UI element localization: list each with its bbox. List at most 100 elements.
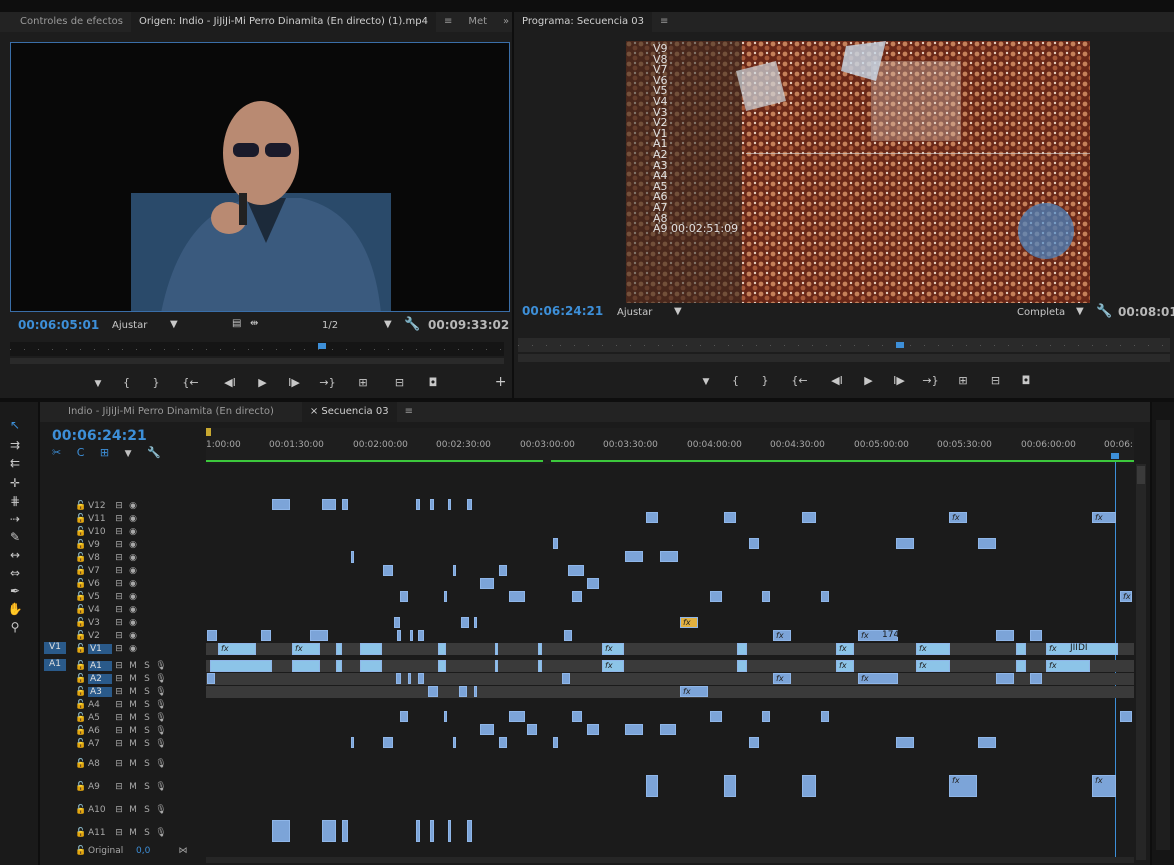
solo-button[interactable]: S bbox=[140, 700, 154, 710]
eye-icon[interactable]: ◉ bbox=[126, 553, 140, 563]
go-to-out-button[interactable]: →} bbox=[917, 374, 945, 387]
panel-menu-icon[interactable]: ≡ bbox=[652, 12, 676, 32]
audio-clip[interactable] bbox=[430, 820, 434, 842]
source-time-ruler[interactable] bbox=[10, 342, 504, 356]
video-clip[interactable] bbox=[949, 512, 967, 523]
video-clip[interactable] bbox=[762, 591, 770, 602]
eye-icon[interactable]: ◉ bbox=[126, 644, 140, 654]
ripple-edit-tool-icon[interactable]: ✛ bbox=[3, 474, 27, 492]
lock-icon[interactable]: 🔓 bbox=[74, 644, 88, 654]
audio-clip[interactable] bbox=[527, 724, 537, 735]
program-playhead[interactable] bbox=[896, 342, 904, 348]
audio-clip[interactable] bbox=[538, 660, 542, 672]
audio-clip[interactable] bbox=[602, 660, 624, 672]
eye-icon[interactable]: ◉ bbox=[126, 501, 140, 511]
video-clip[interactable] bbox=[836, 643, 854, 655]
mark-in-button[interactable]: { bbox=[722, 374, 750, 387]
audio-clip[interactable] bbox=[896, 737, 914, 748]
audio-clip[interactable] bbox=[459, 686, 467, 697]
video-clip[interactable] bbox=[538, 643, 542, 655]
audio-clip[interactable] bbox=[418, 673, 424, 684]
step-forward-button[interactable]: I▶ bbox=[885, 374, 913, 387]
mute-button[interactable]: M bbox=[126, 759, 140, 769]
audio-clip[interactable] bbox=[646, 775, 658, 797]
audio-clip[interactable] bbox=[495, 660, 498, 672]
mic-icon[interactable]: 🎙 bbox=[154, 713, 168, 723]
mute-button[interactable]: M bbox=[126, 782, 140, 792]
audio-clip[interactable] bbox=[978, 737, 996, 748]
solo-button[interactable]: S bbox=[140, 759, 154, 769]
mic-icon[interactable]: 🎙 bbox=[154, 828, 168, 838]
work-area-bar[interactable] bbox=[206, 460, 1134, 462]
source-patch-a1[interactable]: A1 bbox=[44, 659, 66, 671]
tab-metadata[interactable]: Met bbox=[460, 12, 495, 32]
audio-clip[interactable] bbox=[351, 737, 354, 748]
lock-icon[interactable]: 🔓 bbox=[74, 592, 88, 602]
audio-clip[interactable] bbox=[210, 660, 272, 672]
lock-icon[interactable]: 🔓 bbox=[74, 579, 88, 589]
sync-lock-icon[interactable]: ⊟ bbox=[112, 527, 126, 537]
mic-icon[interactable]: 🎙 bbox=[154, 805, 168, 815]
video-clip[interactable] bbox=[710, 591, 722, 602]
video-clip[interactable] bbox=[625, 551, 643, 562]
solo-button[interactable]: S bbox=[140, 661, 154, 671]
scrollbar-thumb[interactable] bbox=[1137, 466, 1145, 484]
play-button[interactable]: ▶ bbox=[250, 376, 276, 389]
audio-clip[interactable] bbox=[724, 775, 736, 797]
video-clip[interactable] bbox=[400, 591, 408, 602]
go-to-in-button[interactable]: {← bbox=[171, 376, 211, 389]
sync-lock-icon[interactable]: ⊟ bbox=[112, 759, 126, 769]
panel-menu-icon[interactable]: ≡ bbox=[397, 402, 421, 422]
export-frame-button[interactable]: ◘ bbox=[419, 376, 447, 389]
mute-button[interactable]: M bbox=[126, 713, 140, 723]
audio-clip[interactable] bbox=[562, 673, 570, 684]
audio-clip[interactable] bbox=[400, 711, 408, 722]
safe-margins-icon[interactable]: ▤ bbox=[232, 318, 241, 329]
step-back-button[interactable]: ◀I bbox=[214, 376, 246, 389]
timeline-horizontal-scrollbar[interactable] bbox=[206, 857, 1134, 863]
lock-icon[interactable]: 🔓 bbox=[74, 514, 88, 524]
export-frame-button[interactable]: ◘ bbox=[1013, 374, 1039, 387]
audio-clip[interactable] bbox=[1120, 711, 1132, 722]
mark-out-button[interactable]: } bbox=[145, 376, 167, 389]
pen-tool-icon[interactable]: ✒ bbox=[3, 582, 27, 600]
video-clip[interactable] bbox=[773, 630, 791, 641]
solo-button[interactable]: S bbox=[140, 674, 154, 684]
eye-icon[interactable]: ◉ bbox=[126, 579, 140, 589]
audio-clip[interactable] bbox=[858, 673, 898, 684]
audio-clip[interactable] bbox=[292, 660, 320, 672]
source-scrollbar[interactable] bbox=[10, 358, 504, 364]
play-button[interactable]: ▶ bbox=[856, 374, 882, 387]
video-clip[interactable] bbox=[383, 565, 393, 576]
timeline-timecode[interactable]: 00:06:24:21 bbox=[52, 428, 147, 444]
solo-button[interactable]: S bbox=[140, 726, 154, 736]
audio-clip[interactable] bbox=[660, 724, 676, 735]
mic-icon[interactable]: 🎙 bbox=[154, 661, 168, 671]
source-playhead[interactable] bbox=[318, 343, 326, 349]
extract-button[interactable]: ⊟ bbox=[982, 374, 1010, 387]
video-clip[interactable] bbox=[724, 512, 736, 523]
drag-video-icon[interactable]: ⇹ bbox=[250, 318, 258, 329]
lock-icon[interactable]: 🔓 bbox=[74, 739, 88, 749]
video-clip[interactable] bbox=[416, 499, 420, 510]
video-clip[interactable] bbox=[737, 643, 747, 655]
mark-out-button[interactable]: } bbox=[753, 374, 777, 387]
video-clip[interactable] bbox=[397, 630, 401, 641]
audio-clip[interactable] bbox=[802, 775, 816, 797]
audio-clip[interactable] bbox=[1046, 660, 1090, 672]
mute-button[interactable]: M bbox=[126, 674, 140, 684]
sync-lock-icon[interactable]: ⊟ bbox=[112, 661, 126, 671]
step-forward-button[interactable]: I▶ bbox=[279, 376, 309, 389]
sync-lock-icon[interactable]: ⊟ bbox=[112, 579, 126, 589]
chevron-down-icon[interactable]: ▼ bbox=[384, 319, 392, 330]
video-clip[interactable] bbox=[336, 643, 342, 655]
sync-lock-icon[interactable]: ⊟ bbox=[112, 713, 126, 723]
video-clip[interactable] bbox=[916, 643, 950, 655]
audio-clip[interactable] bbox=[480, 724, 494, 735]
panel-menu-icon[interactable]: ≡ bbox=[436, 12, 460, 32]
mute-button[interactable]: M bbox=[126, 661, 140, 671]
video-clip[interactable] bbox=[448, 499, 451, 510]
lock-icon[interactable]: 🔓 bbox=[74, 805, 88, 815]
sync-lock-icon[interactable]: ⊟ bbox=[112, 501, 126, 511]
video-clip[interactable] bbox=[660, 551, 678, 562]
